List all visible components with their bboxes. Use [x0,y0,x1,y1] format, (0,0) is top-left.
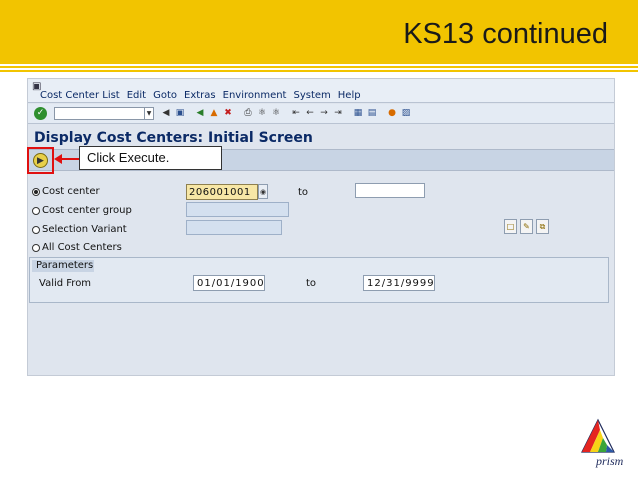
find-icon[interactable]: ⚛ [256,107,268,120]
create-session-icon[interactable]: ▦ [352,107,364,120]
slide-title: KS13 continued [403,18,608,50]
last-page-icon[interactable]: ⇥ [332,107,344,120]
menu-bar: ▣ Cost Center List Edit Goto Extras Envi… [28,79,614,103]
exit-icon[interactable]: ▲ [208,107,220,120]
execute-highlight: ▶ [27,147,54,174]
print-icon[interactable]: ⎙ [242,107,254,120]
parameters-group: Parameters Valid From 01/01/1900 to 12/3… [29,257,609,303]
toolbar-separator [346,107,350,120]
next-page-icon[interactable]: → [318,107,330,120]
back-icon[interactable]: ◀ [194,107,206,120]
valid-from-label: Valid From [39,278,92,289]
command-field[interactable]: ▼ [54,107,154,120]
cost-center-input[interactable]: 206001001 [186,184,258,200]
layout-icon[interactable]: ▨ [400,107,412,120]
previous-icon[interactable]: ◀ [160,107,172,120]
search-help-icon[interactable]: ◉ [258,184,268,199]
option-label: Cost center group [42,205,132,216]
save-icon[interactable]: ▣ [174,107,186,120]
command-dropdown-icon[interactable]: ▼ [144,108,153,119]
radio-all-cost-centers[interactable] [32,243,40,252]
menu-edit[interactable]: Edit [127,90,146,101]
shortcut-icon[interactable]: ▤ [366,107,378,120]
first-page-icon[interactable]: ⇤ [290,107,302,120]
previous-page-icon[interactable]: ← [304,107,316,120]
option-cost-center-group[interactable]: Cost center group [32,205,132,216]
menu-system[interactable]: System [293,90,330,101]
option-selection-variant[interactable]: Selection Variant [32,224,127,235]
menu-extras[interactable]: Extras [184,90,216,101]
standard-toolbar: ✓ ▼ ◀ ▣ ◀ ▲ ✖ ⎙ ⚛ ⚛ ⇤ ← → ⇥ ▦ ▤ ● ▨ [28,104,614,124]
toolbar-separator [236,107,240,120]
valid-from-input[interactable]: 01/01/1900 [193,275,265,291]
valid-to-input[interactable]: 12/31/9999 [363,275,435,291]
option-all-cost-centers[interactable]: All Cost Centers [32,242,122,253]
menu-help[interactable]: Help [338,90,361,101]
menu-goto[interactable]: Goto [153,90,177,101]
toolbar-separator [284,107,288,120]
find-next-icon[interactable]: ⚛ [270,107,282,120]
screen-title: Display Cost Centers: Initial Screen [34,130,313,146]
enter-icon[interactable]: ✓ [34,107,47,120]
radio-cost-center-group[interactable] [32,206,40,215]
execute-icon[interactable]: ▶ [33,153,48,168]
callout-arrow-head [54,154,62,164]
menu-environment[interactable]: Environment [223,90,287,101]
edit-variant-icon[interactable]: ✎ [520,219,533,234]
selection-variant-input[interactable] [186,220,282,235]
toolbar-separator [380,107,384,120]
menu-cost-center-list[interactable]: Cost Center List [40,90,120,101]
valid-to-label: to [306,278,317,289]
help-icon[interactable]: ● [386,107,398,120]
execute-callout: Click Execute. [79,146,222,170]
option-label: Cost center [42,186,100,197]
cost-center-to-input[interactable] [355,183,425,198]
banner-stripes [0,62,638,76]
sap-window: ▣ Cost Center List Edit Goto Extras Envi… [27,78,615,376]
to-label: to [298,187,309,198]
prism-logo-text: prism [596,454,624,468]
option-label: Selection Variant [42,224,127,235]
create-variant-icon[interactable]: □ [504,219,517,234]
cancel-icon[interactable]: ✖ [222,107,234,120]
parameters-header: Parameters [32,260,94,272]
option-cost-center[interactable]: Cost center [32,186,100,197]
radio-cost-center[interactable] [32,187,40,196]
radio-selection-variant[interactable] [32,225,40,234]
option-label: All Cost Centers [42,242,122,253]
copy-variant-icon[interactable]: ⧉ [536,219,549,234]
toolbar-separator [188,107,192,120]
cost-center-group-input[interactable] [186,202,289,217]
